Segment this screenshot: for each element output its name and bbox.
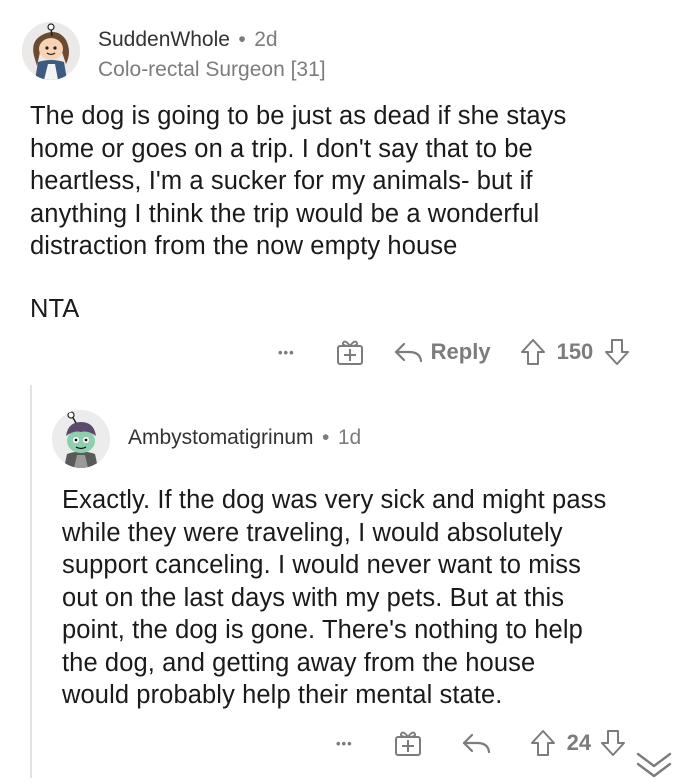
downvote-icon: [601, 730, 626, 756]
more-icon: •••: [336, 735, 353, 751]
upvote-button[interactable]: [529, 728, 557, 758]
reply-icon: [462, 733, 490, 754]
separator-dot: •: [322, 426, 330, 449]
more-button[interactable]: •••: [336, 736, 353, 751]
avatar[interactable]: [22, 22, 80, 80]
comment-actions: ••• Reply 150: [278, 334, 631, 370]
thread-line[interactable]: [30, 385, 32, 778]
reply-label: Reply: [430, 339, 491, 364]
avatar-illustration: [52, 410, 110, 468]
award-button[interactable]: [393, 728, 423, 758]
award-icon: [394, 731, 421, 756]
username[interactable]: SuddenWhole: [98, 28, 230, 51]
comment-body: Exactly. If the dog was very sick and mi…: [62, 484, 692, 712]
upvote-icon: [520, 339, 545, 365]
award-button[interactable]: [335, 337, 365, 367]
upvote-icon: [530, 730, 555, 756]
comment-line: the dog, and getting away from the house: [62, 648, 536, 677]
downvote-button[interactable]: [599, 728, 627, 758]
comment-actions: ••• 24: [336, 725, 627, 761]
comment-line: home or goes on a trip. I don't say that…: [30, 134, 533, 163]
upvote-button[interactable]: [519, 337, 547, 367]
avatar[interactable]: [52, 410, 110, 468]
award-icon: [336, 340, 363, 365]
comment-line: point, the dog is gone. There's nothing …: [62, 616, 583, 644]
more-icon: •••: [278, 344, 295, 360]
comment-line: distraction from the now empty house: [30, 232, 458, 260]
comment-header: SuddenWhole • 2d: [98, 28, 278, 52]
comment-verdict: NTA: [30, 294, 80, 323]
comment-line: while they were traveling, I would absol…: [62, 518, 563, 547]
user-flair: Colo-rectal Surgeon [31]: [98, 58, 326, 81]
collapse-chevron-icon: [636, 752, 672, 778]
more-button[interactable]: •••: [278, 345, 295, 360]
vote-score: 24: [566, 730, 592, 755]
comment-line: would probably help their mental state.: [62, 681, 503, 709]
comment-line: heartless, I'm a sucker for my animals- …: [30, 167, 533, 195]
reply-button[interactable]: Reply: [393, 339, 491, 365]
comment-line: anything I think the trip would be a won…: [30, 199, 540, 228]
comment-line: support canceling. I would never want to…: [62, 551, 582, 579]
comment-line: The dog is going to be just as dead if s…: [30, 102, 567, 130]
separator-dot: •: [238, 28, 246, 51]
comment-age: 1d: [337, 426, 362, 449]
vote-score: 150: [556, 339, 594, 364]
avatar-illustration: [22, 22, 80, 80]
comment-header: Ambystomatigrinum • 1d: [128, 426, 361, 450]
reply-button[interactable]: [461, 730, 491, 756]
comment-age: 2d: [254, 28, 278, 51]
downvote-icon: [605, 339, 630, 365]
username[interactable]: Ambystomatigrinum: [128, 426, 314, 449]
comment-line: Exactly. If the dog was very sick and mi…: [62, 486, 607, 514]
downvote-button[interactable]: [603, 337, 631, 367]
collapse-button[interactable]: [632, 750, 676, 783]
comment-line: out on the last days with my pets. But a…: [62, 583, 565, 612]
comment-body: The dog is going to be just as dead if s…: [30, 100, 670, 325]
reply-icon: [394, 342, 422, 363]
